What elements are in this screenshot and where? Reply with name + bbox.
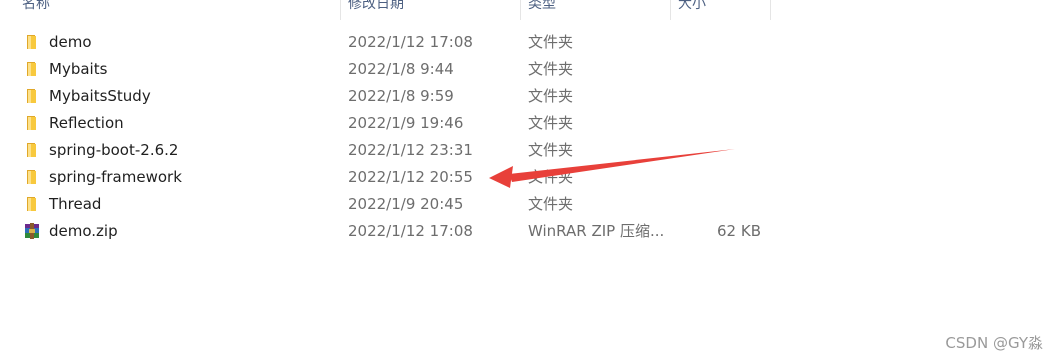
annotation-arrow <box>489 149 735 188</box>
watermark: CSDN @GY淼 <box>945 334 1043 352</box>
